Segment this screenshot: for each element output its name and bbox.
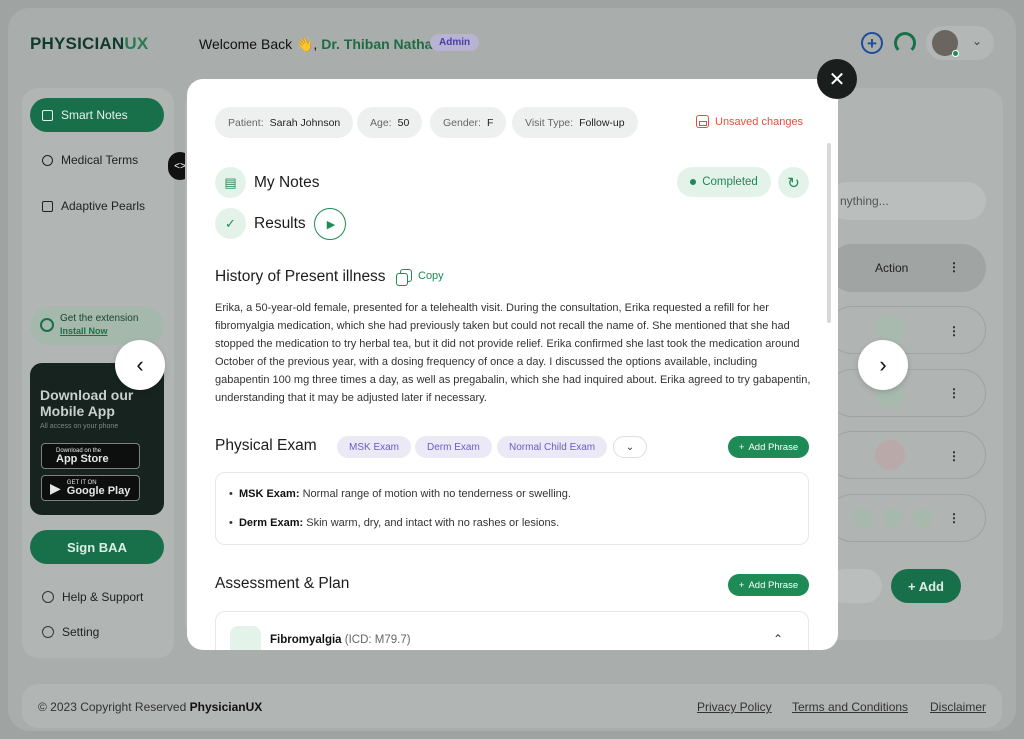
play-store-icon: ▶ (50, 479, 61, 496)
app-store-button[interactable]: Download on the App Store (41, 443, 140, 469)
diagnosis-icon (230, 626, 261, 650)
sidebar-item-smart-notes[interactable]: Smart Notes (30, 98, 164, 132)
mobile-card-title: Download our Mobile App (40, 387, 134, 419)
copy-button[interactable]: Copy (396, 269, 444, 286)
top-bar: PHYSICIANUX Welcome Back 👋, Dr. Thiban N… (8, 8, 1016, 76)
physical-exam-title: Physical Exam (215, 437, 317, 454)
patient-pill: Patient: Sarah Johnson (215, 107, 354, 138)
stop-icon[interactable] (913, 508, 933, 528)
doctor-name: Dr. Thiban Nathan (321, 36, 442, 52)
search-input[interactable]: nything... (828, 182, 986, 220)
chip-derm-exam[interactable]: Derm Exam (415, 436, 492, 458)
chevron-up-icon[interactable]: ⌃ (773, 632, 783, 646)
more-options-icon[interactable]: ⋮ (948, 449, 960, 463)
note-modal: Patient: Sarah Johnson Age: 50 Gender: F Vi… (187, 79, 838, 650)
pe-item: • MSK Exam: Normal range of motion with … (229, 488, 571, 500)
more-options-icon[interactable]: ⋮ (948, 260, 960, 274)
sign-baa-button[interactable]: Sign BAA (30, 530, 164, 564)
plus-icon: + (738, 579, 745, 591)
status-dot (690, 179, 697, 185)
sidebar-item-label: Medical Terms (61, 153, 139, 167)
age-pill: Age: 50 (357, 107, 423, 138)
microphone-icon[interactable] (875, 440, 905, 470)
notes-icon (42, 109, 53, 121)
previous-button[interactable]: ‹ (115, 340, 165, 390)
visit-type-pill: Visit Type: Follow-up (512, 107, 638, 138)
google-play-button[interactable]: ▶ GET IT ON Google Play (41, 475, 140, 501)
play-button[interactable]: ▶ (314, 208, 346, 240)
physical-exam-box: • MSK Exam: Normal range of motion with … (215, 472, 809, 545)
diagnosis-name: Fibromyalgia (ICD: M79.7) (270, 634, 411, 646)
scrollbar[interactable] (827, 143, 831, 323)
table-row (828, 369, 986, 417)
hpi-text: Erika, a 50-year-old female, presented f… (215, 302, 811, 404)
next-button[interactable]: › (858, 340, 908, 390)
add-circle-icon[interactable]: + (861, 32, 883, 54)
table-row (828, 431, 986, 479)
help-support-link[interactable]: Help & Support (42, 590, 143, 604)
chevron-down-icon: ⌄ (972, 34, 983, 48)
disclaimer-link[interactable]: Disclaimer (930, 700, 986, 714)
sidebar-item-adaptive-pearls[interactable]: Adaptive Pearls (30, 189, 164, 223)
pill-icon (42, 154, 53, 166)
sidebar-item-medical-terms[interactable]: Medical Terms (30, 143, 164, 177)
install-now-link[interactable]: Install Now (60, 326, 164, 336)
hpi-title: History of Present illness (215, 268, 386, 285)
refresh-icon[interactable] (883, 508, 903, 528)
pe-item: • Derm Exam: Skin warm, dry, and intact … (229, 517, 560, 529)
terms-link[interactable]: Terms and Conditions (792, 700, 908, 714)
more-options-icon[interactable]: ⋮ (948, 511, 960, 525)
copy-icon (396, 269, 412, 286)
shield-check-icon: ✓ (215, 208, 246, 239)
more-options-icon[interactable]: ⋮ (948, 386, 960, 400)
headset-icon[interactable] (894, 32, 916, 54)
privacy-policy-link[interactable]: Privacy Policy (697, 700, 772, 714)
gear-icon (42, 626, 54, 638)
settings-link[interactable]: Setting (42, 625, 99, 639)
copyright: © 2023 Copyright Reserved PhysicianUX (38, 700, 263, 714)
chevron-down-icon[interactable]: ⌄ (613, 436, 647, 458)
chrome-icon (40, 318, 54, 332)
table-row (828, 494, 986, 542)
table-row (828, 306, 986, 354)
page-footer: © 2023 Copyright Reserved PhysicianUX Pr… (22, 684, 1002, 728)
help-icon (42, 591, 54, 603)
mobile-card-subtitle: All access on your phone (40, 423, 119, 430)
save-icon (696, 115, 709, 128)
refresh-icon[interactable]: ↻ (778, 167, 809, 198)
add-phrase-button[interactable]: + Add Phrase (728, 436, 809, 458)
unsaved-changes-indicator: Unsaved changes (696, 115, 803, 128)
user-menu[interactable]: ⌄ (926, 26, 994, 60)
document-icon (42, 200, 53, 212)
extension-banner[interactable]: Get the extension Install Now (30, 307, 164, 345)
chip-msk-exam[interactable]: MSK Exam (337, 436, 412, 458)
sidebar-item-label: Smart Notes (61, 108, 128, 122)
role-badge: Admin (430, 34, 480, 51)
my-notes-title: My Notes (254, 174, 320, 191)
more-options-icon[interactable]: ⋮ (948, 324, 960, 338)
online-status-dot (952, 50, 959, 57)
gender-pill: Gender: F (430, 107, 507, 138)
close-button[interactable]: ✕ (817, 59, 857, 99)
action-column-header: Action (875, 261, 909, 275)
sidebar-item-label: Adaptive Pearls (61, 199, 146, 213)
add-button[interactable]: + Add (891, 569, 961, 603)
plus-icon: + (738, 441, 745, 453)
assessment-item[interactable]: Fibromyalgia (ICD: M79.7) ⌃ (215, 611, 809, 650)
assessment-plan-title: Assessment & Plan (215, 575, 350, 592)
pause-icon[interactable] (853, 508, 873, 528)
add-phrase-button[interactable]: + Add Phrase (728, 574, 809, 596)
results-title: Results (254, 215, 306, 232)
notes-icon: ▤ (215, 167, 246, 198)
extension-title: Get the extension (60, 313, 139, 324)
status-badge: Completed (677, 167, 771, 197)
chip-normal-child-exam[interactable]: Normal Child Exam (497, 436, 608, 458)
logo[interactable]: PHYSICIANUX (30, 34, 148, 54)
welcome-message: Welcome Back 👋, Dr. Thiban Nathan (199, 36, 442, 52)
